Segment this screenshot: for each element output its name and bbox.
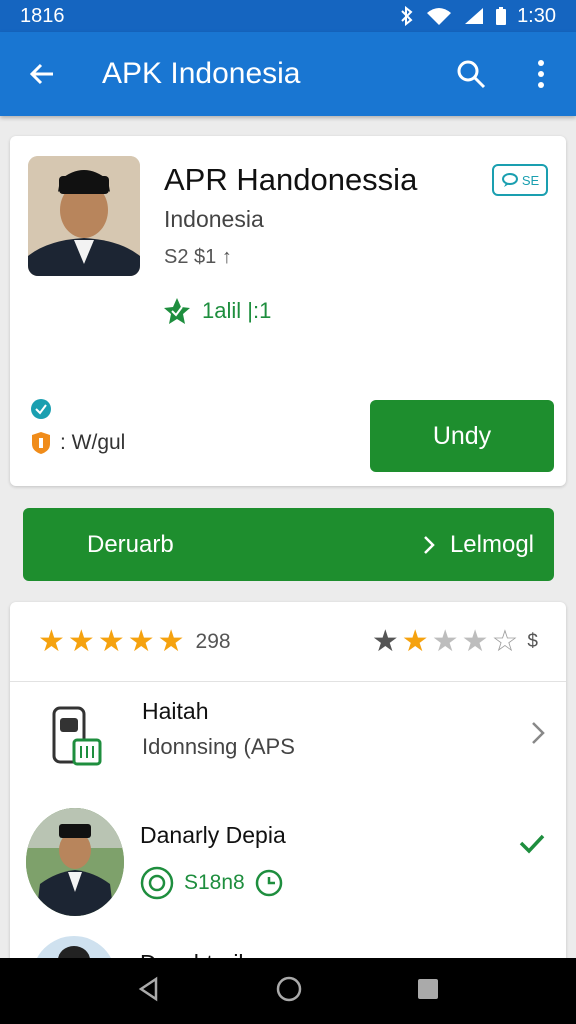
- app-card: APR Handonessia Indonesia S2 $1 ↑ 1alil …: [10, 136, 566, 486]
- row-title: Danarly Depia: [140, 822, 286, 848]
- app-bar-title: APK Indonesia: [102, 57, 301, 90]
- search-button[interactable]: [436, 32, 506, 116]
- rating-stars-right[interactable]: ★ ★ ★ ★ ☆ $: [371, 624, 538, 658]
- app-meta: S2 $1 ↑: [164, 246, 232, 268]
- list-item[interactable]: Danarly Depia S18n8: [10, 798, 566, 934]
- rating-count: 298: [195, 629, 231, 653]
- wifi-icon: [427, 8, 452, 25]
- search-icon: [457, 60, 486, 89]
- download-label: Deruarb: [87, 530, 174, 558]
- star-icon: ★: [127, 624, 155, 658]
- more-button[interactable]: [506, 32, 576, 116]
- app-avatar: [28, 156, 140, 276]
- star-icon: ★: [97, 624, 125, 658]
- check-icon: [519, 834, 545, 854]
- user-avatar: [26, 808, 124, 916]
- list-card: ★ ★ ★ ★ ★ 298 ★ ★ ★ ★ ☆ $ Haitah Idonnsi…: [10, 602, 566, 962]
- download-right-label: Lelmogl: [449, 530, 534, 558]
- install-button[interactable]: Undy: [370, 400, 554, 472]
- download-bar[interactable]: Deruarb Lelmogl: [23, 508, 554, 581]
- app-name: APR Handonessia: [164, 162, 418, 197]
- clock-icon: [255, 869, 282, 897]
- app-rating: 1alil |:1: [162, 296, 271, 326]
- nav-home-button[interactable]: [275, 975, 303, 1008]
- content-badge[interactable]: SE: [492, 164, 548, 196]
- row-meta-text: S18n8: [184, 871, 245, 894]
- star-icon: ★: [431, 624, 459, 658]
- status-clock: 1:30: [517, 4, 556, 27]
- verified-icon: [30, 398, 52, 425]
- back-button[interactable]: [0, 32, 84, 116]
- back-arrow-icon: [29, 63, 53, 85]
- app-size: : W/gul: [30, 430, 125, 456]
- badge-text: SE: [521, 172, 540, 188]
- row-subtitle: Idonnsing (APS: [142, 734, 295, 759]
- system-nav-bar: [0, 958, 576, 1024]
- price-symbol: $: [527, 630, 538, 652]
- target-icon: [140, 866, 174, 900]
- rating-stars-left: ★ ★ ★ ★ ★ 298: [38, 624, 231, 658]
- download-right: Lelmogl: [422, 531, 534, 559]
- device-icon: [52, 706, 102, 766]
- rating-row: ★ ★ ★ ★ ★ 298 ★ ★ ★ ★ ☆ $: [10, 602, 566, 682]
- status-bar: 1816 1:30: [0, 0, 576, 32]
- star-icon: ★: [401, 624, 429, 658]
- app-publisher[interactable]: Indonesia: [164, 206, 264, 233]
- status-time: 1816: [20, 4, 65, 27]
- circle-home-icon: [276, 976, 302, 1001]
- size-text: : W/gul: [60, 431, 126, 454]
- chat-icon: [501, 173, 518, 187]
- chevron-right-icon: [424, 535, 435, 554]
- star-icon: ★: [371, 624, 399, 658]
- star-badge-icon: [164, 298, 190, 324]
- star-outline-icon: ☆: [491, 624, 519, 658]
- star-icon: ★: [38, 624, 65, 658]
- app-rating-text: 1alil |:1: [202, 298, 272, 323]
- row-title: Haitah: [142, 698, 209, 724]
- status-icons: 1:30: [399, 5, 556, 28]
- star-icon: ★: [461, 624, 489, 658]
- shield-icon: [32, 432, 50, 454]
- row-meta: S18n8: [140, 866, 283, 900]
- bluetooth-icon: [401, 6, 413, 26]
- app-bar: APK Indonesia: [0, 32, 576, 116]
- star-icon: ★: [67, 624, 95, 658]
- list-item[interactable]: Haitah Idonnsing (APS: [10, 682, 566, 794]
- chevron-right-icon: [532, 722, 545, 744]
- square-recents-icon: [417, 978, 438, 999]
- signal-icon: [465, 8, 484, 24]
- battery-icon: [496, 7, 507, 25]
- nav-recents-button[interactable]: [416, 977, 440, 1006]
- nav-back-button[interactable]: [136, 976, 162, 1007]
- triangle-back-icon: [139, 976, 158, 1001]
- more-vert-icon: [538, 60, 544, 88]
- star-icon: ★: [157, 624, 185, 658]
